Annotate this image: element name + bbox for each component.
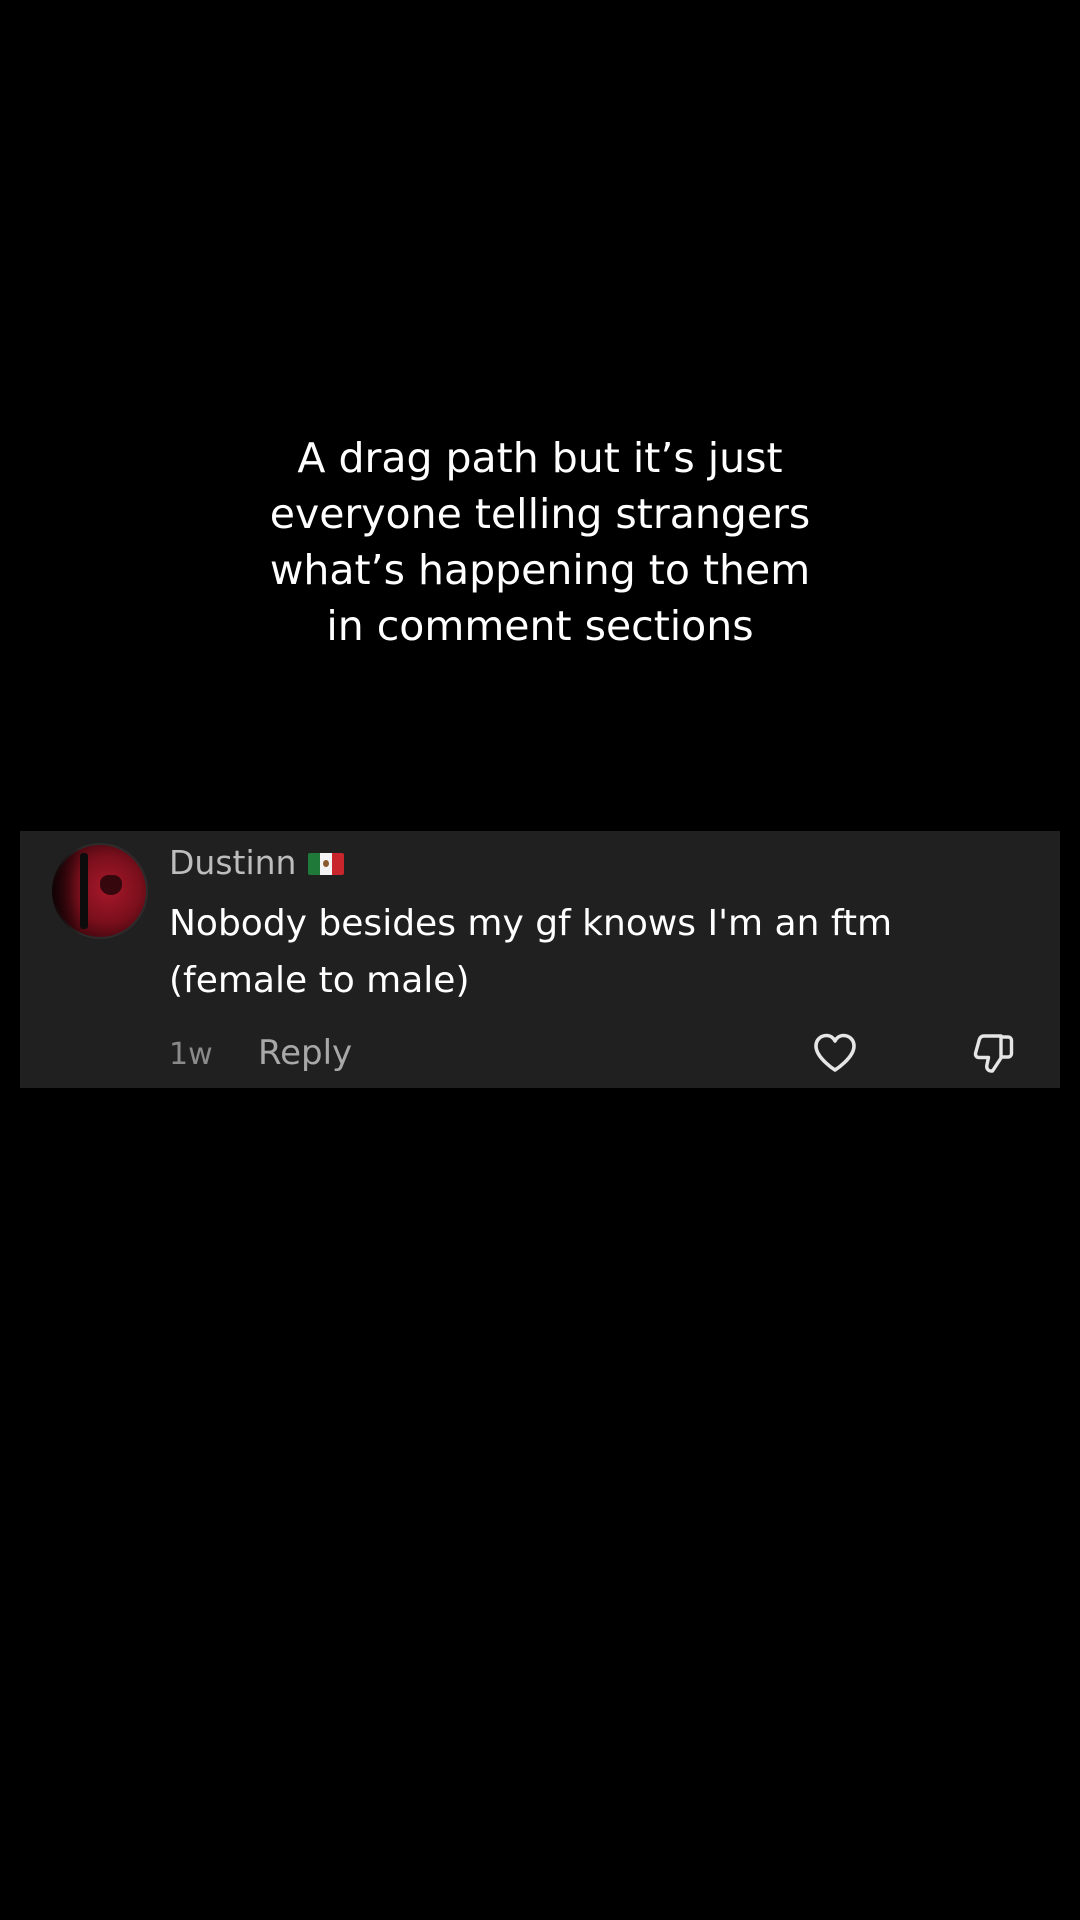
like-button[interactable] <box>811 1031 859 1075</box>
avatar-shade <box>52 843 82 939</box>
comment-username[interactable]: Dustinn <box>169 843 345 883</box>
reply-button[interactable]: Reply <box>258 1033 352 1073</box>
comment-text: Nobody besides my gf knows I'm an ftm (f… <box>169 903 893 1001</box>
video-caption: A drag path but it’s just everyone telli… <box>0 430 1080 654</box>
caption-line: in comment sections <box>326 602 754 650</box>
comment-card: Dustinn Nobody besides my gf knows I'm a… <box>20 831 1060 1088</box>
avatar[interactable] <box>52 843 148 939</box>
caption-line: what’s happening to them <box>269 546 811 594</box>
mexico-flag-icon <box>308 853 345 875</box>
comment-timestamp: 1w <box>169 1037 213 1072</box>
avatar-detail <box>80 853 88 929</box>
heart-icon <box>814 1033 856 1072</box>
username-text: Dustinn <box>169 843 297 882</box>
caption-line: A drag path but it’s just <box>297 434 783 482</box>
avatar-emblem <box>100 875 122 895</box>
thumbs-down-icon <box>973 1034 1014 1073</box>
comment-actions: 1w Reply <box>169 1031 1049 1075</box>
dislike-button[interactable] <box>970 1031 1018 1075</box>
caption-line: everyone telling strangers <box>269 490 811 538</box>
